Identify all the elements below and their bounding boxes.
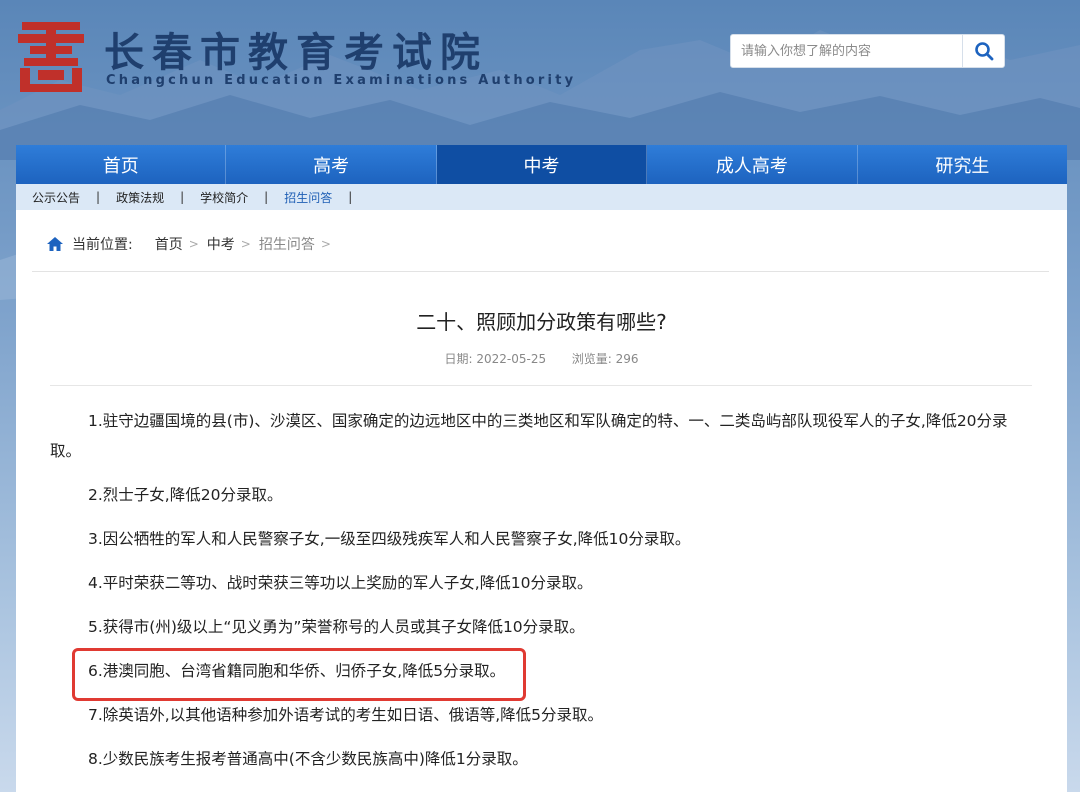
article-paragraph-5: 5.获得市(州)级以上“见义勇为”荣誉称号的人员或其子女降低10分录取。 [88,618,585,636]
breadcrumb-zhongkao[interactable]: 中考 [207,234,235,254]
date-label: 日期: [444,352,473,366]
site-title[interactable]: 长春市教育考试院 [104,20,488,78]
search-icon [974,42,993,61]
subnav-item-faq[interactable]: 招生问答 [284,189,332,206]
article-paragraph-8: 8.少数民族考生报考普通高中(不含少数民族高中)降低1分录取。 [88,750,528,768]
nav-item-adult-exam[interactable]: 成人高考 [647,145,858,184]
article-paragraph-7: 7.除英语外,以其他语种参加外语考试的考生如日语、俄语等,降低5分录取。 [88,706,604,724]
nav-item-graduate[interactable]: 研究生 [858,145,1067,184]
site-subtitle: Changchun Education Examinations Authori… [106,73,577,88]
breadcrumb-faq[interactable]: 招生问答 [259,234,315,254]
subnav-item-policies[interactable]: 政策法规 [116,189,164,206]
breadcrumb-separator: > [320,237,331,251]
subnav-separator: | [264,190,269,204]
view-count: 296 [615,352,639,366]
breadcrumb-separator: > [240,237,251,251]
article-paragraph-3: 3.因公牺牲的军人和人民警察子女,一级至四级残疾军人和人民警察子女,降低10分录… [88,530,691,548]
nav-item-home[interactable]: 首页 [16,145,227,184]
seal-logo-icon[interactable] [16,18,86,94]
divider [50,385,1032,386]
nav-item-gaokao[interactable]: 高考 [226,145,437,184]
breadcrumb-separator: > [188,237,199,251]
site-header: 长春市教育考试院 Changchun Education Examination… [0,0,1080,145]
divider [32,271,1049,272]
publish-date: 2022-05-25 [476,352,547,366]
breadcrumb: 当前位置: 首页 > 中考 > 招生问答 > [46,234,339,254]
breadcrumb-label: 当前位置: [72,237,133,253]
article-paragraph-4: 4.平时荣获二等功、战时荣获三等功以上奖励的军人子女,降低10分录取。 [88,574,593,592]
breadcrumb-home[interactable]: 首页 [155,234,183,254]
article-meta: 日期: 2022-05-25 浏览量: 296 [16,350,1067,367]
subnav-item-announcements[interactable]: 公示公告 [32,189,80,206]
article-paragraph-6: 6.港澳同胞、台湾省籍同胞和华侨、归侨子女,降低5分录取。 [88,662,506,680]
search-button[interactable] [962,35,1004,67]
search-box [730,34,1005,68]
subnav-separator: | [348,190,353,204]
article-body: 1.驻守边疆国境的县(市)、沙漠区、国家确定的边远地区中的三类地区和军队确定的特… [50,406,1032,788]
content-panel: 当前位置: 首页 > 中考 > 招生问答 > 二十、照顾加分政策有哪些? 日期:… [16,210,1067,792]
main-nav: 首页 高考 中考 成人高考 研究生 [16,145,1067,184]
sub-nav: 公示公告 | 政策法规 | 学校简介 | 招生问答 | [16,184,1067,210]
subnav-item-schools[interactable]: 学校简介 [200,189,248,206]
views-label: 浏览量: [571,352,612,366]
article-title: 二十、照顾加分政策有哪些? [416,310,667,334]
subnav-separator: | [96,190,101,204]
subnav-separator: | [180,190,185,204]
home-icon [46,236,64,252]
article-paragraph-1: 1.驻守边疆国境的县(市)、沙漠区、国家确定的边远地区中的三类地区和军队确定的特… [50,412,1008,460]
nav-item-zhongkao[interactable]: 中考 [436,145,648,184]
article-paragraph-2: 2.烈士子女,降低20分录取。 [88,486,283,504]
search-input[interactable] [731,35,963,67]
